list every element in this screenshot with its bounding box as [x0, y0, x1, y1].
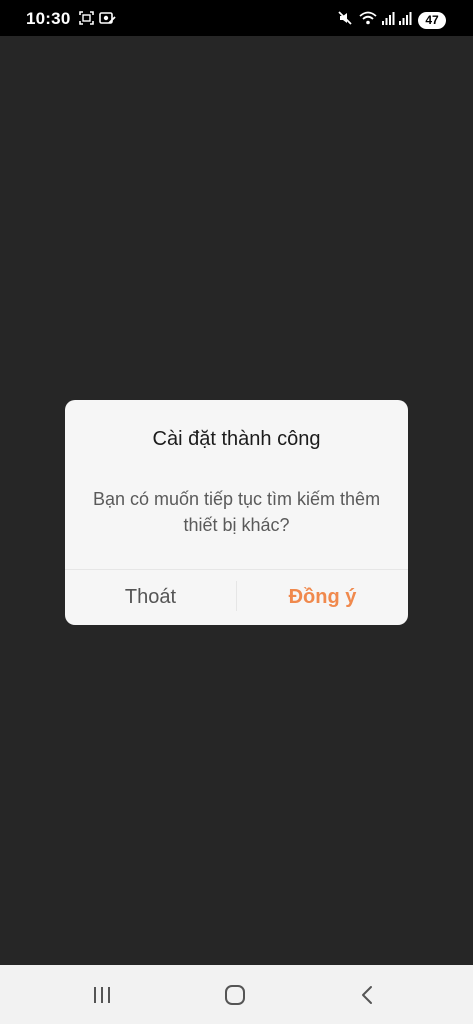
navigation-bar — [0, 965, 473, 1024]
status-time: 10:30 — [26, 9, 71, 28]
agree-button[interactable]: Đồng ý — [237, 570, 408, 625]
signal-icon — [382, 12, 395, 25]
exit-button[interactable]: Thoát — [65, 570, 236, 625]
battery-icon: 47 — [418, 12, 446, 29]
dialog-title: Cài đặt thành công — [152, 428, 321, 450]
dialog-message: Bạn có muốn tiếp tục tìm kiếm thêm thiết… — [92, 489, 381, 535]
wifi-icon — [359, 11, 377, 25]
back-button[interactable] — [348, 980, 388, 1010]
signal-icon-2 — [399, 12, 412, 25]
home-button[interactable] — [215, 980, 255, 1010]
confirmation-dialog: Cài đặt thành công Bạn có muốn tiếp tục … — [65, 400, 408, 625]
recent-apps-icon — [94, 987, 110, 1003]
mute-icon — [338, 11, 352, 25]
notification-icon — [99, 12, 116, 24]
back-icon — [362, 986, 372, 1004]
home-icon — [225, 985, 245, 1005]
status-bar: 10:30 47 — [0, 0, 473, 36]
screenshot-icon — [79, 11, 94, 25]
recent-apps-button[interactable] — [82, 980, 122, 1010]
battery-level: 47 — [425, 13, 439, 27]
